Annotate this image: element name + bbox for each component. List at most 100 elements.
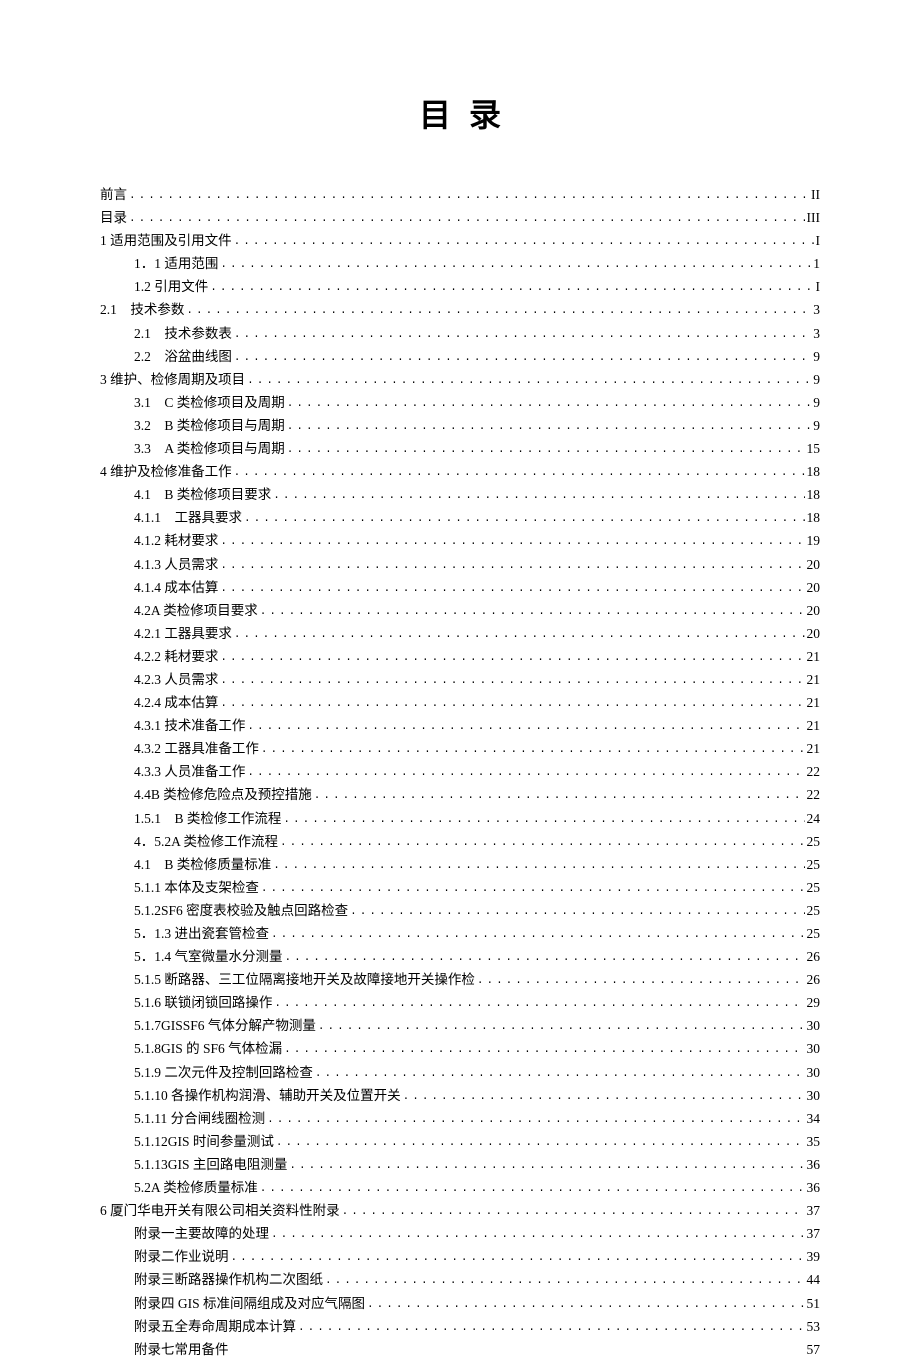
toc-entry-label: 4.2.1 工器具要求 bbox=[134, 623, 232, 645]
toc-entry-label: 3 维护、检修周期及项目 bbox=[100, 369, 245, 391]
toc-entry: 3.3 A 类检修项目与周期15 bbox=[100, 438, 820, 461]
toc-leader-dots bbox=[234, 350, 811, 368]
toc-entry-label: 4.3.1 技术准备工作 bbox=[134, 715, 245, 737]
toc-entry-page: 21 bbox=[807, 715, 821, 737]
toc-leader-dots bbox=[271, 927, 805, 945]
toc-entry-label: 附录二作业说明 bbox=[134, 1246, 229, 1268]
toc-entry: 6 厦门华电开关有限公司相关资料性附录37 bbox=[100, 1200, 820, 1223]
toc-entry-label: 4.2A 类检修项目要求 bbox=[134, 600, 258, 622]
toc-entry-label: 3.1 C 类检修项目及周期 bbox=[134, 392, 285, 414]
toc-entry: 5.1.12GIS 时间参量测试 35 bbox=[100, 1131, 820, 1154]
toc-entry-page: 44 bbox=[807, 1269, 821, 1291]
toc-leader-dots bbox=[298, 1320, 805, 1338]
toc-entry-label: 5.1.7GISSF6 气体分解产物测量 bbox=[134, 1015, 316, 1037]
toc-leader-dots bbox=[234, 234, 814, 252]
toc-entry: 4.1.2 耗材要求19 bbox=[100, 530, 820, 553]
toc-entry: 1．1 适用范围1 bbox=[100, 253, 820, 276]
toc-entry: 前言II bbox=[100, 184, 820, 207]
toc-entry-page: 19 bbox=[807, 530, 821, 552]
toc-leader-dots bbox=[234, 627, 805, 645]
toc-entry-label: 4.1 B 类检修质量标准 bbox=[134, 854, 271, 876]
toc-entry-page: I bbox=[816, 276, 821, 298]
toc-entry-label: 目录 bbox=[100, 207, 127, 229]
toc-entry-page: 25 bbox=[807, 831, 821, 853]
toc-entry-page: 35 bbox=[807, 1131, 821, 1153]
toc-entry-page: 20 bbox=[807, 577, 821, 599]
toc-entry-page: 34 bbox=[807, 1108, 821, 1130]
toc-entry-page: 57 bbox=[807, 1339, 821, 1361]
toc-leader-dots bbox=[318, 1019, 805, 1037]
toc-entry: 附录五全寿命周期成本计算53 bbox=[100, 1316, 820, 1339]
toc-entry: 4.2.2 耗材要求 21 bbox=[100, 646, 820, 669]
toc-leader-dots bbox=[325, 1273, 805, 1291]
toc-leader-dots bbox=[314, 788, 805, 806]
toc-entry-label: 5．1.4 气室微量水分测量 bbox=[134, 946, 283, 968]
toc-entry-label: 前言 bbox=[100, 184, 127, 206]
toc-leader-dots bbox=[220, 650, 804, 668]
toc-entry-label: 2.2 浴盆曲线图 bbox=[134, 346, 232, 368]
toc-entry: 5.1.1 本体及支架检查25 bbox=[100, 877, 820, 900]
toc-entry-label: 4．5.2A 类检修工作流程 bbox=[134, 831, 278, 853]
toc-entry: 2.1 技术参数 3 bbox=[100, 299, 820, 322]
toc-entry-page: 30 bbox=[807, 1038, 821, 1060]
toc-leader-dots bbox=[403, 1089, 805, 1107]
toc-entry-label: 4.1.3 人员需求 bbox=[134, 554, 218, 576]
toc-entry: 4.3.1 技术准备工作 21 bbox=[100, 715, 820, 738]
toc-entry-label: 4 维护及检修准备工作 bbox=[100, 461, 232, 483]
toc-entry-label: 4.1.1 工器具要求 bbox=[134, 507, 242, 529]
toc-entry: 5.1.11 分合闸线圈检测34 bbox=[100, 1108, 820, 1131]
toc-entry-label: 5.2A 类检修质量标准 bbox=[134, 1177, 258, 1199]
toc-entry-label: 4.2.2 耗材要求 bbox=[134, 646, 218, 668]
toc-entry: 5.1.5 断路器、三工位隔离接地开关及故障接地开关操作检26 bbox=[100, 969, 820, 992]
toc-entry-label: 5.1.10 各操作机构润滑、辅助开关及位置开关 bbox=[134, 1085, 401, 1107]
toc-entry: 附录四 GIS 标准间隔组成及对应气隔图51 bbox=[100, 1293, 820, 1316]
toc-entry-label: 5.1.8GIS 的 SF6 气体检漏 bbox=[134, 1038, 282, 1060]
toc-entry-page: 21 bbox=[807, 646, 821, 668]
toc-leader-dots bbox=[271, 1227, 805, 1245]
toc-leader-dots bbox=[220, 558, 804, 576]
toc-leader-dots bbox=[234, 327, 811, 345]
toc-entry-page: 30 bbox=[807, 1062, 821, 1084]
toc-entry-page: 9 bbox=[813, 346, 820, 368]
toc-entry-page: 1 bbox=[813, 253, 820, 275]
toc-entry-page: 36 bbox=[807, 1177, 821, 1199]
toc-entry-label: 附录三断路器操作机构二次图纸 bbox=[134, 1269, 323, 1291]
toc-entry-label: 5．1.3 进出瓷套管检查 bbox=[134, 923, 269, 945]
toc-leader-dots bbox=[276, 1135, 805, 1153]
toc-entry-page: 20 bbox=[807, 554, 821, 576]
toc-entry: 3.2 B 类检修项目与周期9 bbox=[100, 415, 820, 438]
toc-entry-page: 25 bbox=[807, 877, 821, 899]
toc-leader-dots bbox=[220, 581, 804, 599]
toc-entry: 5.1.7GISSF6 气体分解产物测量 30 bbox=[100, 1015, 820, 1038]
toc-entry-label: 5.1.12GIS 时间参量测试 bbox=[134, 1131, 274, 1153]
toc-entry-page: 9 bbox=[813, 369, 820, 391]
toc-leader-dots bbox=[129, 211, 805, 229]
toc-entry-page: 21 bbox=[807, 692, 821, 714]
toc-leader-dots bbox=[220, 696, 804, 714]
toc-entry: 4.2.4 成本估算21 bbox=[100, 692, 820, 715]
toc-entry-page: 22 bbox=[807, 784, 821, 806]
toc-entry-label: 4.3.2 工器具准备工作 bbox=[134, 738, 259, 760]
toc-entry-label: 附录七常用备件 bbox=[134, 1339, 229, 1361]
toc-entry-page: 9 bbox=[813, 392, 820, 414]
toc-entry-page: 25 bbox=[807, 923, 821, 945]
toc-entry-page: 30 bbox=[807, 1015, 821, 1037]
toc-entry-label: 5.1.6 联锁闭锁回路操作 bbox=[134, 992, 272, 1014]
toc-entry: 5.1.10 各操作机构润滑、辅助开关及位置开关30 bbox=[100, 1085, 820, 1108]
toc-entry-label: 附录五全寿命周期成本计算 bbox=[134, 1316, 296, 1338]
toc-entry: 5.1.8GIS 的 SF6 气体检漏 30 bbox=[100, 1038, 820, 1061]
toc-entry-label: 附录一主要故障的处理 bbox=[134, 1223, 269, 1245]
toc-entry: 3 维护、检修周期及项目 9 bbox=[100, 369, 820, 392]
toc-leader-dots bbox=[273, 858, 804, 876]
toc-entry-page: 15 bbox=[807, 438, 821, 460]
toc-entry-label: 2.1 技术参数 bbox=[100, 299, 184, 321]
page-title: 目录 bbox=[100, 90, 820, 136]
toc-leader-dots bbox=[244, 511, 805, 529]
toc-entry: 附录二作业说明39 bbox=[100, 1246, 820, 1269]
toc-leader-dots bbox=[287, 419, 811, 437]
toc-entry-page: 3 bbox=[813, 299, 820, 321]
toc-entry-label: 1.2 引用文件 bbox=[134, 276, 208, 298]
toc-leader-dots bbox=[261, 742, 805, 760]
toc-entry-label: 4.1.4 成本估算 bbox=[134, 577, 218, 599]
toc-entry-page: 18 bbox=[807, 461, 821, 483]
